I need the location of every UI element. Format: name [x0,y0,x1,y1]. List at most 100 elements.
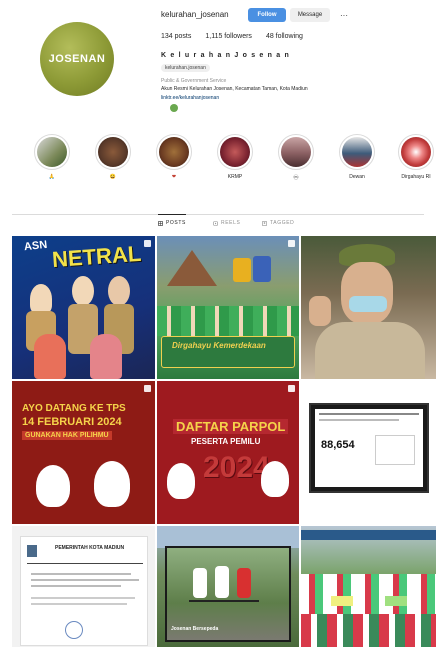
grid-icon [158,220,163,226]
post-ayo-ke-tps[interactable]: AYO DATANG KE TPS 14 FEBRUARI 2024 GUNAK… [12,381,155,524]
mascot-figure [261,461,289,497]
doc-line [31,579,139,581]
highlight-ring [398,134,434,170]
banner [301,530,436,540]
shirt-shape [315,322,425,379]
doc-line [31,573,131,575]
highlight-thumb [220,137,250,167]
highlight-thumb [98,137,128,167]
highlight-item[interactable]: Dewan [337,134,377,181]
posts-grid: ASN NETRAL Dirgahayu Kemerdekaan AYO DAT… [12,236,436,647]
avatar-text: JOSENAN [48,53,106,65]
reels-icon [213,220,218,226]
post-portrait[interactable] [301,236,436,379]
letter-heading: PEMERINTAH KOTA MADIUN [55,545,125,551]
photo-caption: Josenan Bersepeda [171,626,219,632]
post-dirgahayu[interactable]: Dirgahayu Kemerdekaan [157,236,299,379]
highlight-item[interactable]: ❤ [154,134,194,181]
doc-line [319,419,399,421]
highlight-label: ❤ [171,174,177,180]
letter-sheet: PEMERINTAH KOTA MADIUN [20,536,148,646]
water-tank [253,256,271,282]
post-group-photo[interactable] [301,526,436,647]
roof-shape [167,250,217,286]
highlight-thumb [401,137,431,167]
profile-stats: 134 posts 1,115 followers 48 following [161,33,303,40]
followers-count[interactable]: 1,115 followers [205,33,252,40]
post-daftar-parpol[interactable]: DAFTAR PARPOL PESERTA PEMILU 2024 [157,381,299,524]
highlight-thumb [342,137,372,167]
highlight-item[interactable]: Dirgahayu RI [396,134,436,181]
story-highlights: 🙏 😀 ❤ KRMP ⓜ Dewan Dirgahayu RI [0,134,436,190]
post-line-3: 2024 [203,451,270,484]
highlight-label: ⓜ [293,175,299,181]
threads-badge[interactable]: kelurahan.josenan [161,64,210,72]
tab-reels-label: REELS [221,220,241,226]
person-figure [108,276,130,306]
cyclist-figure [237,568,251,598]
tab-tagged[interactable]: TAGGED [262,220,294,226]
doc-table [375,435,415,465]
stamp-icon [65,621,83,639]
pinned-icon [288,385,295,392]
tabs-divider [12,214,424,215]
more-options-icon[interactable]: ··· [336,8,352,22]
profile-link[interactable]: linktr.ee/kelurahanjosenan [161,95,219,101]
post-official-letter[interactable]: PEMERINTAH KOTA MADIUN [12,526,155,647]
follow-button[interactable]: Follow [248,8,286,22]
post-asn-netral[interactable]: ASN NETRAL [12,236,155,379]
highlight-thumb [281,137,311,167]
result-number: 88,654 [321,439,355,451]
post-result-document[interactable]: 88,654 [301,381,436,524]
profile-username: kelurahan_josenan [161,10,229,19]
highlight-ring [217,134,253,170]
person-figure [90,334,122,379]
mascot-figure [36,465,70,507]
pinned-icon [288,240,295,247]
sign-board [385,596,407,606]
post-line-2: PESERTA PEMILU [191,437,261,446]
mascot-figure [167,463,195,499]
highlight-item[interactable]: 🙏 [32,134,72,181]
posts-count: 134 posts [161,33,192,40]
following-count[interactable]: 48 following [266,33,303,40]
banner-text: Dirgahayu Kemerdekaan [172,341,266,350]
crowd-row [301,614,436,647]
highlight-label: Dewan [349,174,365,180]
profile-category: Public & Government Service [161,78,227,84]
mascot-figure [94,461,130,507]
post-line-1: AYO DATANG KE TPS [22,403,126,414]
face-shape [341,262,393,324]
link-icon [170,104,178,112]
document-frame: 88,654 [309,403,429,493]
highlight-ring [339,134,375,170]
highlight-item[interactable]: ⓜ [276,134,316,181]
tagged-icon [262,220,267,226]
highlight-ring [34,134,70,170]
person-figure [30,284,52,314]
sign-board [331,596,353,606]
highlight-ring [95,134,131,170]
highlight-label: Dirgahayu RI [401,174,431,180]
photo-frame: Josenan Bersepeda [165,546,291,642]
doc-line [31,597,135,599]
highlight-label: 🙏 [48,174,56,180]
highlight-item[interactable]: KRMP [215,134,255,181]
banner: Dirgahayu Kemerdekaan [161,336,295,368]
message-button[interactable]: Message [290,8,330,22]
tab-reels[interactable]: REELS [213,220,240,226]
person-figure [72,276,94,306]
highlight-thumb [37,137,67,167]
cyclist-figure [193,568,207,598]
tab-posts[interactable]: POSTS [158,220,186,226]
profile-header: JOSENAN kelurahan_josenan Follow Message… [0,0,436,128]
emblem-icon [27,545,37,557]
post-cycling[interactable]: Josenan Bersepeda [157,526,299,647]
highlight-item[interactable]: 😀 [93,134,133,181]
doc-line [31,603,127,605]
doc-line [31,585,121,587]
post-line-2: 14 FEBRUARI 2024 [22,416,122,428]
highlight-label: 😀 [109,174,117,180]
crowd-row [157,306,299,336]
profile-avatar[interactable]: JOSENAN [40,22,114,96]
